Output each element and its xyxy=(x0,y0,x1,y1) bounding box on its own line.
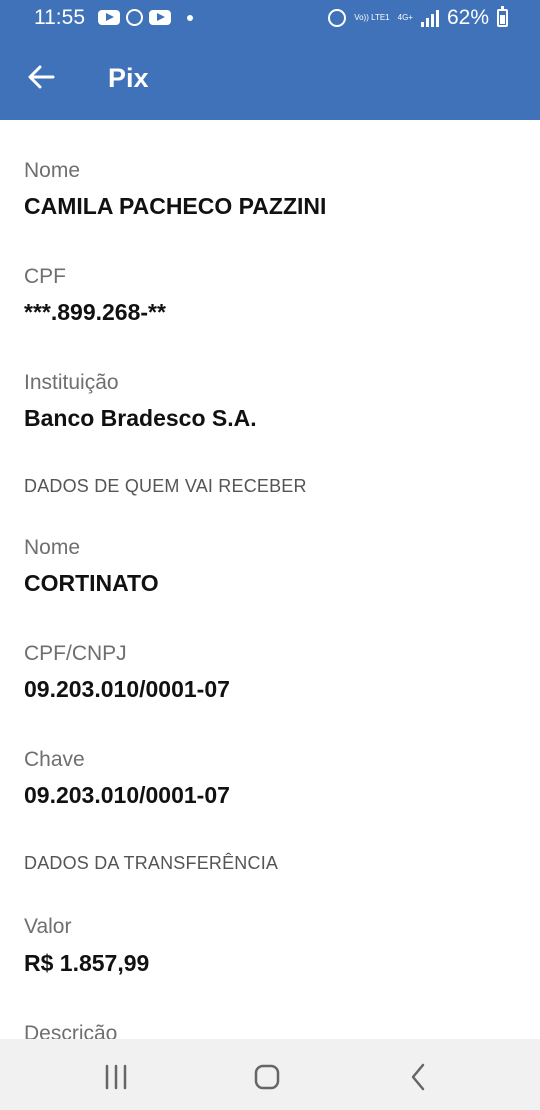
back-button[interactable] xyxy=(20,54,66,100)
payer-name-value: CAMILA PACHECO PAZZINI xyxy=(24,193,327,219)
receiver-name-label: Nome xyxy=(24,536,81,559)
battery-percentage: 62% xyxy=(446,6,489,29)
receiver-key-value: 09.203.010/0001-07 xyxy=(24,782,230,808)
status-time: 11:55 xyxy=(34,6,85,29)
home-button[interactable] xyxy=(245,1055,289,1099)
amount-label: Valor xyxy=(24,915,72,938)
notification-icons xyxy=(98,9,193,26)
youtube-icon xyxy=(98,10,120,25)
receiver-name-value: CORTINATO xyxy=(24,570,159,596)
system-navigation-bar xyxy=(0,1039,540,1110)
app-bar: Pix xyxy=(0,38,540,120)
alarm-icon xyxy=(328,9,347,27)
payer-institution-value: Banco Bradesco S.A. xyxy=(24,405,257,431)
receiver-document-value: 09.203.010/0001-07 xyxy=(24,676,230,702)
payer-cpf-label: CPF xyxy=(24,265,66,288)
arrow-left-icon xyxy=(28,65,55,89)
youtube-icon xyxy=(149,10,171,25)
payer-cpf-value: ***.899.268-** xyxy=(24,299,166,325)
network-type-indicator: 4G+ xyxy=(397,13,413,22)
description-label: Descrição xyxy=(24,1022,118,1039)
status-bar: 11:55 Vo)) LTE1 4G+ 62% xyxy=(0,0,540,38)
amount-value: R$ 1.857,99 xyxy=(24,950,150,976)
recent-apps-button[interactable] xyxy=(94,1055,138,1099)
payer-name-label: Nome xyxy=(24,159,81,182)
status-indicators: Vo)) LTE1 4G+ 62% xyxy=(328,6,508,30)
battery-icon xyxy=(497,6,508,27)
receiver-document-label: CPF/CNPJ xyxy=(24,642,127,665)
volte-indicator: Vo)) LTE1 xyxy=(354,13,390,22)
receiver-section-title: DADOS DE QUEM VAI RECEBER xyxy=(24,476,307,496)
receiver-key-label: Chave xyxy=(24,748,85,771)
back-nav-button[interactable] xyxy=(397,1055,441,1099)
home-icon xyxy=(254,1064,280,1090)
payer-institution-label: Instituição xyxy=(24,371,119,394)
app-notification-icon xyxy=(126,9,143,26)
transfer-section-title: DADOS DA TRANSFERÊNCIA xyxy=(24,853,279,873)
recent-apps-icon xyxy=(105,1064,127,1090)
chevron-left-icon xyxy=(411,1063,425,1091)
receipt-details: Nome CAMILA PACHECO PAZZINI CPF ***.899.… xyxy=(0,120,540,1039)
signal-icon xyxy=(420,9,439,27)
page-title: Pix xyxy=(108,63,149,93)
more-notifications-icon xyxy=(187,14,193,21)
